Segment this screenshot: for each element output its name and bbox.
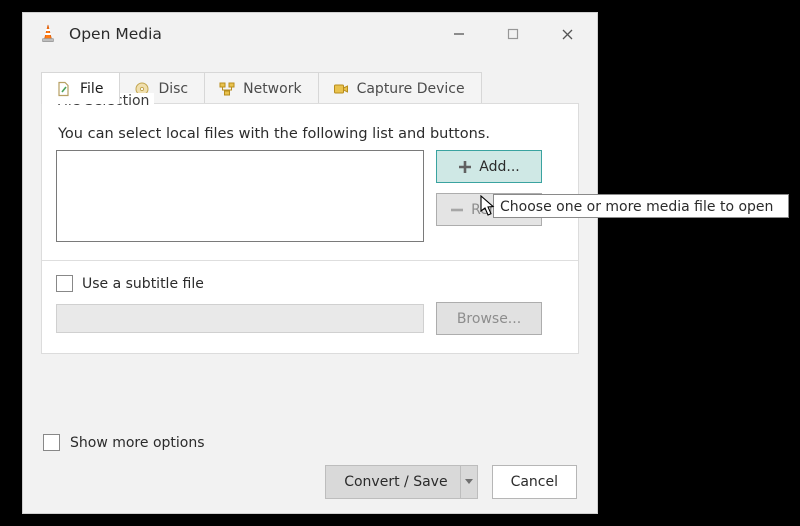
- capture-device-icon: [333, 81, 349, 97]
- use-subtitle-label: Use a subtitle file: [82, 276, 204, 292]
- tab-label: File: [80, 81, 103, 97]
- tab-label: Capture Device: [357, 81, 465, 97]
- titlebar: Open Media: [23, 13, 597, 55]
- button-label: Cancel: [511, 465, 558, 499]
- file-icon: [56, 81, 72, 97]
- show-more-options-label: Show more options: [70, 435, 205, 451]
- add-button-tooltip: Choose one or more media file to open: [493, 194, 789, 218]
- close-button[interactable]: [549, 20, 585, 48]
- convert-save-button[interactable]: Convert / Save: [325, 465, 477, 499]
- add-file-button[interactable]: Add...: [436, 150, 542, 183]
- dialog-footer: Convert / Save Cancel: [41, 451, 579, 501]
- tab-label: Network: [243, 81, 301, 97]
- dropdown-caret-icon[interactable]: [460, 465, 477, 499]
- vlc-cone-icon: [37, 23, 59, 45]
- plus-icon: [458, 160, 472, 174]
- maximize-button[interactable]: [495, 20, 531, 48]
- subtitle-path-input[interactable]: [56, 304, 424, 333]
- show-more-options-checkbox[interactable]: [43, 434, 60, 451]
- open-media-dialog: Open Media File: [22, 12, 598, 514]
- divider: [42, 260, 578, 261]
- file-list[interactable]: [56, 150, 424, 242]
- file-selection-group: File Selection You can select local file…: [41, 103, 579, 354]
- tab-network[interactable]: Network: [204, 72, 318, 104]
- button-label: Add...: [479, 159, 519, 175]
- network-icon: [219, 81, 235, 97]
- file-selection-instruction: You can select local files with the foll…: [58, 126, 564, 142]
- button-label: Browse...: [457, 311, 521, 327]
- browse-subtitle-button[interactable]: Browse...: [436, 302, 542, 335]
- window-title: Open Media: [69, 25, 441, 43]
- cancel-button[interactable]: Cancel: [492, 465, 577, 499]
- tab-capture[interactable]: Capture Device: [318, 72, 482, 104]
- tab-label: Disc: [158, 81, 188, 97]
- minus-icon: [450, 203, 464, 217]
- button-label: Convert / Save: [344, 465, 447, 499]
- use-subtitle-checkbox[interactable]: [56, 275, 73, 292]
- tab-file[interactable]: File: [41, 72, 120, 104]
- minimize-button[interactable]: [441, 20, 477, 48]
